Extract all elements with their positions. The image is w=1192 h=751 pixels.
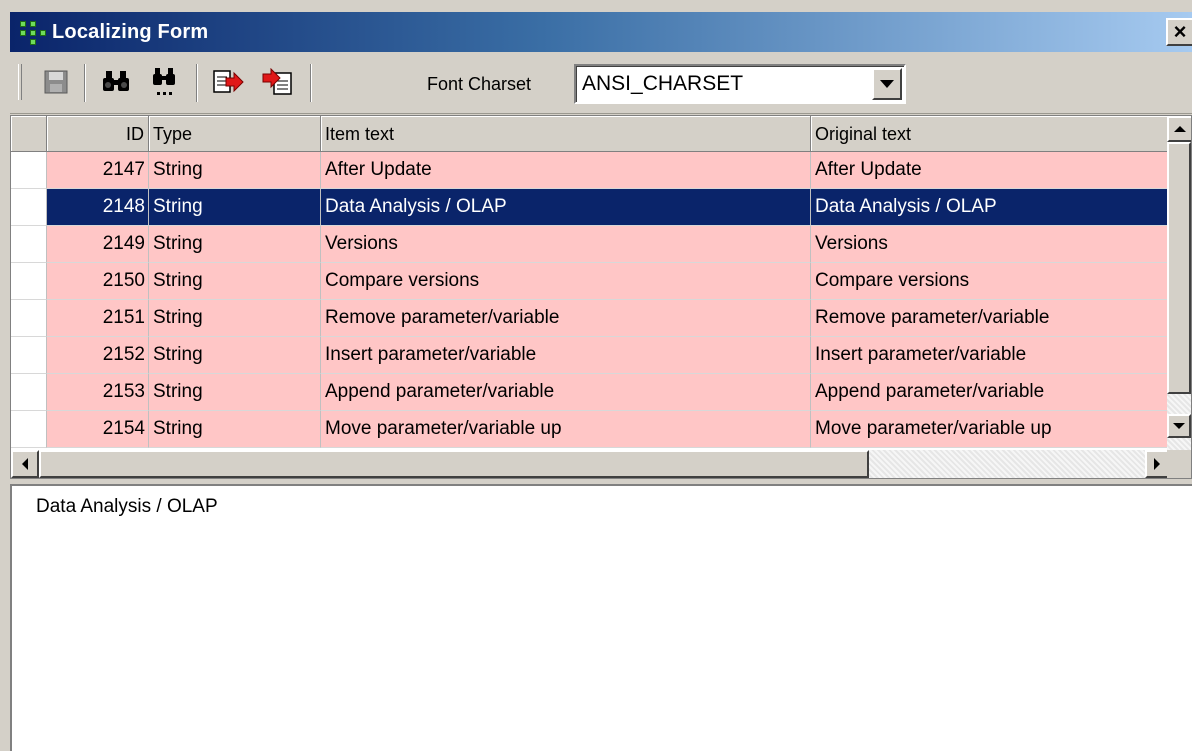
column-header-original-text[interactable]: Original text — [811, 116, 1169, 152]
title-bar[interactable]: Localizing Form × — [10, 12, 1192, 52]
binoculars-icon — [103, 71, 129, 91]
arrow-down-icon — [1173, 423, 1185, 429]
scroll-left-button[interactable] — [11, 450, 39, 478]
table-row[interactable]: 2153 String Append parameter/variable Appen… — [11, 374, 1169, 411]
app-icon — [16, 18, 50, 46]
dropdown-arrow-button[interactable] — [872, 68, 902, 100]
cell-id[interactable]: 2152 — [47, 337, 149, 374]
row-indicator — [11, 337, 47, 374]
memo-text: Data Analysis / OLAP — [36, 496, 218, 517]
cell-type[interactable]: String — [149, 374, 321, 411]
column-header-indicator — [11, 116, 47, 152]
cell-type[interactable]: String — [149, 337, 321, 374]
row-indicator — [11, 374, 47, 411]
cell-id[interactable]: 2148 — [47, 189, 149, 226]
table-row[interactable]: 2148 String Data Analysis / OLAP Data Analy… — [11, 189, 1169, 226]
horizontal-scrollbar[interactable] — [11, 450, 1169, 478]
table-row[interactable]: 2150 String Compare versions Compare versio… — [11, 263, 1169, 300]
cell-original-text[interactable]: Remove parameter/variable — [811, 300, 1169, 337]
font-charset-value: ANSI_CHARSET — [582, 72, 744, 95]
strings-grid[interactable]: ID Type Item text Original text 2147 Stri… — [10, 115, 1192, 479]
table-row[interactable]: 2154 String Move parameter/variable up Move… — [11, 411, 1169, 448]
cell-original-text[interactable]: After Update — [811, 152, 1169, 189]
cell-item-text[interactable]: Move parameter/variable up — [321, 411, 811, 448]
cell-type[interactable]: String — [149, 300, 321, 337]
arrow-right-icon — [1154, 458, 1160, 470]
column-header-item-text[interactable]: Item text — [321, 116, 811, 152]
cell-item-text[interactable]: Versions — [321, 226, 811, 263]
cell-id[interactable]: 2153 — [47, 374, 149, 411]
find-button[interactable] — [96, 62, 136, 102]
cell-item-text[interactable]: Data Analysis / OLAP — [321, 189, 811, 226]
arrow-left-icon — [22, 458, 28, 470]
row-indicator — [11, 300, 47, 337]
binoculars-dots-icon — [153, 68, 175, 95]
font-charset-select[interactable]: ANSI_CHARSET — [574, 64, 906, 104]
cell-original-text[interactable]: Move parameter/variable up — [811, 411, 1169, 448]
chevron-down-icon — [880, 80, 894, 88]
table-row[interactable]: 2147 String After Update After Update — [11, 152, 1169, 189]
cell-item-text[interactable]: Compare versions — [321, 263, 811, 300]
row-indicator — [11, 263, 47, 300]
export-arrow-icon — [213, 70, 244, 93]
cell-id[interactable]: 2154 — [47, 411, 149, 448]
arrow-up-icon — [1174, 126, 1186, 132]
column-header-id[interactable]: ID — [47, 116, 149, 152]
localizing-form-window: Localizing Form × Font Charset ANSI_CHAR… — [0, 0, 1192, 751]
close-button[interactable]: × — [1166, 18, 1192, 46]
toolbar: Font Charset ANSI_CHARSET — [10, 52, 1192, 114]
toolbar-separator — [196, 64, 198, 102]
import-arrow-icon — [262, 68, 292, 95]
cell-item-text[interactable]: Insert parameter/variable — [321, 337, 811, 374]
scroll-down-button[interactable] — [1167, 414, 1191, 438]
horizontal-scroll-thumb[interactable] — [39, 450, 869, 478]
scrollbar-corner — [1167, 450, 1191, 478]
cell-original-text[interactable]: Compare versions — [811, 263, 1169, 300]
cell-type[interactable]: String — [149, 411, 321, 448]
save-button[interactable] — [36, 62, 76, 102]
scroll-right-button[interactable] — [1145, 450, 1169, 478]
scroll-up-button[interactable] — [1167, 116, 1191, 142]
find-next-button[interactable] — [144, 62, 184, 102]
row-indicator — [11, 189, 47, 226]
cell-id[interactable]: 2151 — [47, 300, 149, 337]
floppy-disk-icon — [44, 70, 68, 94]
toolbar-separator — [310, 64, 312, 102]
vertical-scroll-thumb[interactable] — [1167, 142, 1191, 394]
table-row[interactable]: 2151 String Remove parameter/variable Remov… — [11, 300, 1169, 337]
toolbar-separator — [84, 64, 86, 102]
export-button[interactable] — [208, 62, 248, 102]
vertical-scrollbar[interactable] — [1167, 116, 1191, 452]
row-indicator — [11, 226, 47, 263]
row-indicator — [11, 411, 47, 448]
cell-type[interactable]: String — [149, 263, 321, 300]
toolbar-grip — [18, 64, 22, 100]
grid-header: ID Type Item text Original text — [11, 116, 1169, 152]
cell-type[interactable]: String — [149, 226, 321, 263]
font-charset-label: Font Charset — [427, 74, 532, 94]
cell-original-text[interactable]: Insert parameter/variable — [811, 337, 1169, 374]
table-row[interactable]: 2152 String Insert parameter/variable Inser… — [11, 337, 1169, 374]
cell-item-text[interactable]: Remove parameter/variable — [321, 300, 811, 337]
table-row[interactable]: 2149 String Versions Versions — [11, 226, 1169, 263]
cell-original-text[interactable]: Versions — [811, 226, 1169, 263]
cell-original-text[interactable]: Data Analysis / OLAP — [811, 189, 1169, 226]
window-title: Localizing Form — [52, 20, 209, 43]
cell-type[interactable]: String — [149, 189, 321, 226]
cell-id[interactable]: 2150 — [47, 263, 149, 300]
row-indicator — [11, 152, 47, 189]
translation-memo[interactable]: Data Analysis / OLAP — [10, 484, 1192, 751]
cell-type[interactable]: String — [149, 152, 321, 189]
cell-id[interactable]: 2147 — [47, 152, 149, 189]
cell-item-text[interactable]: Append parameter/variable — [321, 374, 811, 411]
column-header-type[interactable]: Type — [149, 116, 321, 152]
cell-id[interactable]: 2149 — [47, 226, 149, 263]
cell-item-text[interactable]: After Update — [321, 152, 811, 189]
cell-original-text[interactable]: Append parameter/variable — [811, 374, 1169, 411]
import-button[interactable] — [258, 62, 298, 102]
